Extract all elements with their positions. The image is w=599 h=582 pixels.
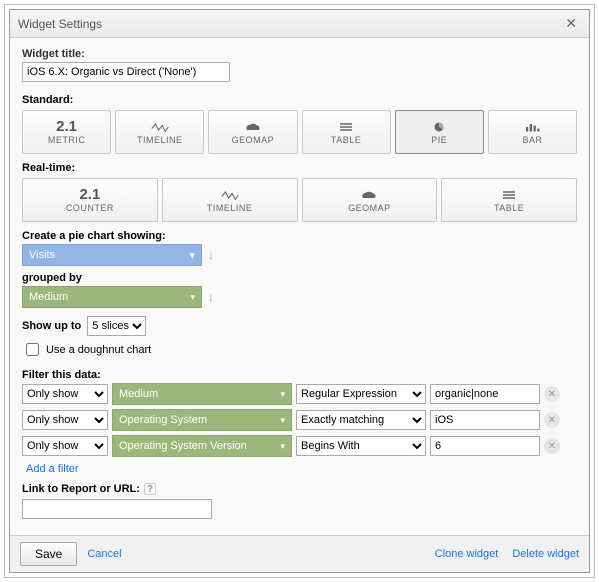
chevron-down-icon: ▾ (280, 441, 285, 452)
filter-row: Only showMedium▾Regular Expression ✕ (22, 383, 577, 405)
slices-select[interactable]: 5 slices (87, 316, 146, 336)
filter-row: Only showOperating System▾Exactly matchi… (22, 409, 577, 431)
cancel-link[interactable]: Cancel (87, 548, 121, 560)
type-timeline[interactable]: TIMELINE (115, 110, 204, 154)
dialog-footer: Save Cancel Clone widget Delete widget (10, 535, 589, 572)
rt-table[interactable]: TABLE (441, 178, 577, 222)
pie-showing-label: Create a pie chart showing: (22, 230, 577, 242)
type-geomap[interactable]: GEOMAP (208, 110, 297, 154)
dialog-title: Widget Settings (18, 17, 102, 31)
type-pie[interactable]: PIE (395, 110, 484, 154)
rt-counter[interactable]: 2.1 COUNTER (22, 178, 158, 222)
filter-row: Only showOperating System Version▾Begins… (22, 435, 577, 457)
filter-mode-select[interactable]: Only show (22, 384, 108, 404)
filter-dimension-select[interactable]: Medium▾ (112, 383, 292, 405)
type-table[interactable]: TABLE (302, 110, 391, 154)
type-bar[interactable]: BAR (488, 110, 577, 154)
widget-title-input[interactable] (22, 62, 230, 82)
realtime-type-row: 2.1 COUNTER TIMELINE GEOMAP TABLE (22, 178, 577, 222)
doughnut-label: Use a doughnut chart (46, 344, 151, 356)
filter-mode-select[interactable]: Only show (22, 410, 108, 430)
remove-filter-icon[interactable]: ✕ (544, 386, 560, 402)
doughnut-checkbox[interactable] (26, 343, 39, 356)
close-icon[interactable]: ✕ (561, 13, 581, 34)
filter-dimension-select[interactable]: Operating System▾ (112, 409, 292, 431)
remove-filter-icon[interactable]: ✕ (544, 438, 560, 454)
type-metric[interactable]: 2.1 METRIC (22, 110, 111, 154)
table-icon (337, 120, 355, 134)
filter-value-input[interactable] (430, 384, 540, 404)
show-up-to-label: Show up to (22, 320, 81, 332)
realtime-label: Real-time: (22, 162, 577, 174)
reorder-handle[interactable]: ↓ (208, 248, 214, 262)
table-icon (500, 188, 518, 202)
grouped-by-label: grouped by (22, 272, 577, 284)
chevron-down-icon: ▾ (280, 389, 285, 400)
filter-dimension-select[interactable]: Operating System Version▾ (112, 435, 292, 457)
chevron-down-icon: ▾ (280, 415, 285, 426)
filter-header: Filter this data: (22, 369, 577, 381)
rt-timeline[interactable]: TIMELINE (162, 178, 298, 222)
delete-widget-link[interactable]: Delete widget (512, 548, 579, 560)
filter-value-input[interactable] (430, 436, 540, 456)
filter-match-select[interactable]: Regular Expression (296, 384, 426, 404)
timeline-icon (221, 188, 239, 202)
reorder-handle[interactable]: ↓ (208, 290, 214, 304)
rt-geomap[interactable]: GEOMAP (302, 178, 438, 222)
dialog-header: Widget Settings ✕ (10, 10, 589, 38)
standard-type-row: 2.1 METRIC TIMELINE GEOMAP TABLE PIE (22, 110, 577, 154)
widget-settings-dialog: Widget Settings ✕ Widget title: Standard… (9, 9, 590, 573)
remove-filter-icon[interactable]: ✕ (544, 412, 560, 428)
standard-label: Standard: (22, 94, 577, 106)
link-report-label: Link to Report or URL: (22, 483, 140, 495)
pie-dimension-select[interactable]: Medium ▾ (22, 286, 202, 308)
filter-match-select[interactable]: Begins With (296, 436, 426, 456)
save-button[interactable]: Save (20, 542, 77, 566)
geomap-icon (244, 120, 262, 134)
link-report-input[interactable] (22, 499, 212, 519)
add-filter-link[interactable]: Add a filter (26, 463, 79, 475)
pie-metric-select[interactable]: Visits ▾ (22, 244, 202, 266)
chevron-down-icon: ▾ (189, 249, 195, 262)
help-icon[interactable]: ? (144, 483, 156, 495)
widget-title-label: Widget title: (22, 48, 577, 60)
geomap-icon (360, 188, 378, 202)
pie-icon (430, 120, 448, 134)
filter-value-input[interactable] (430, 410, 540, 430)
bar-icon (523, 120, 541, 134)
filter-mode-select[interactable]: Only show (22, 436, 108, 456)
chevron-down-icon: ▾ (190, 292, 195, 303)
clone-widget-link[interactable]: Clone widget (435, 548, 499, 560)
filter-match-select[interactable]: Exactly matching (296, 410, 426, 430)
timeline-icon (151, 120, 169, 134)
